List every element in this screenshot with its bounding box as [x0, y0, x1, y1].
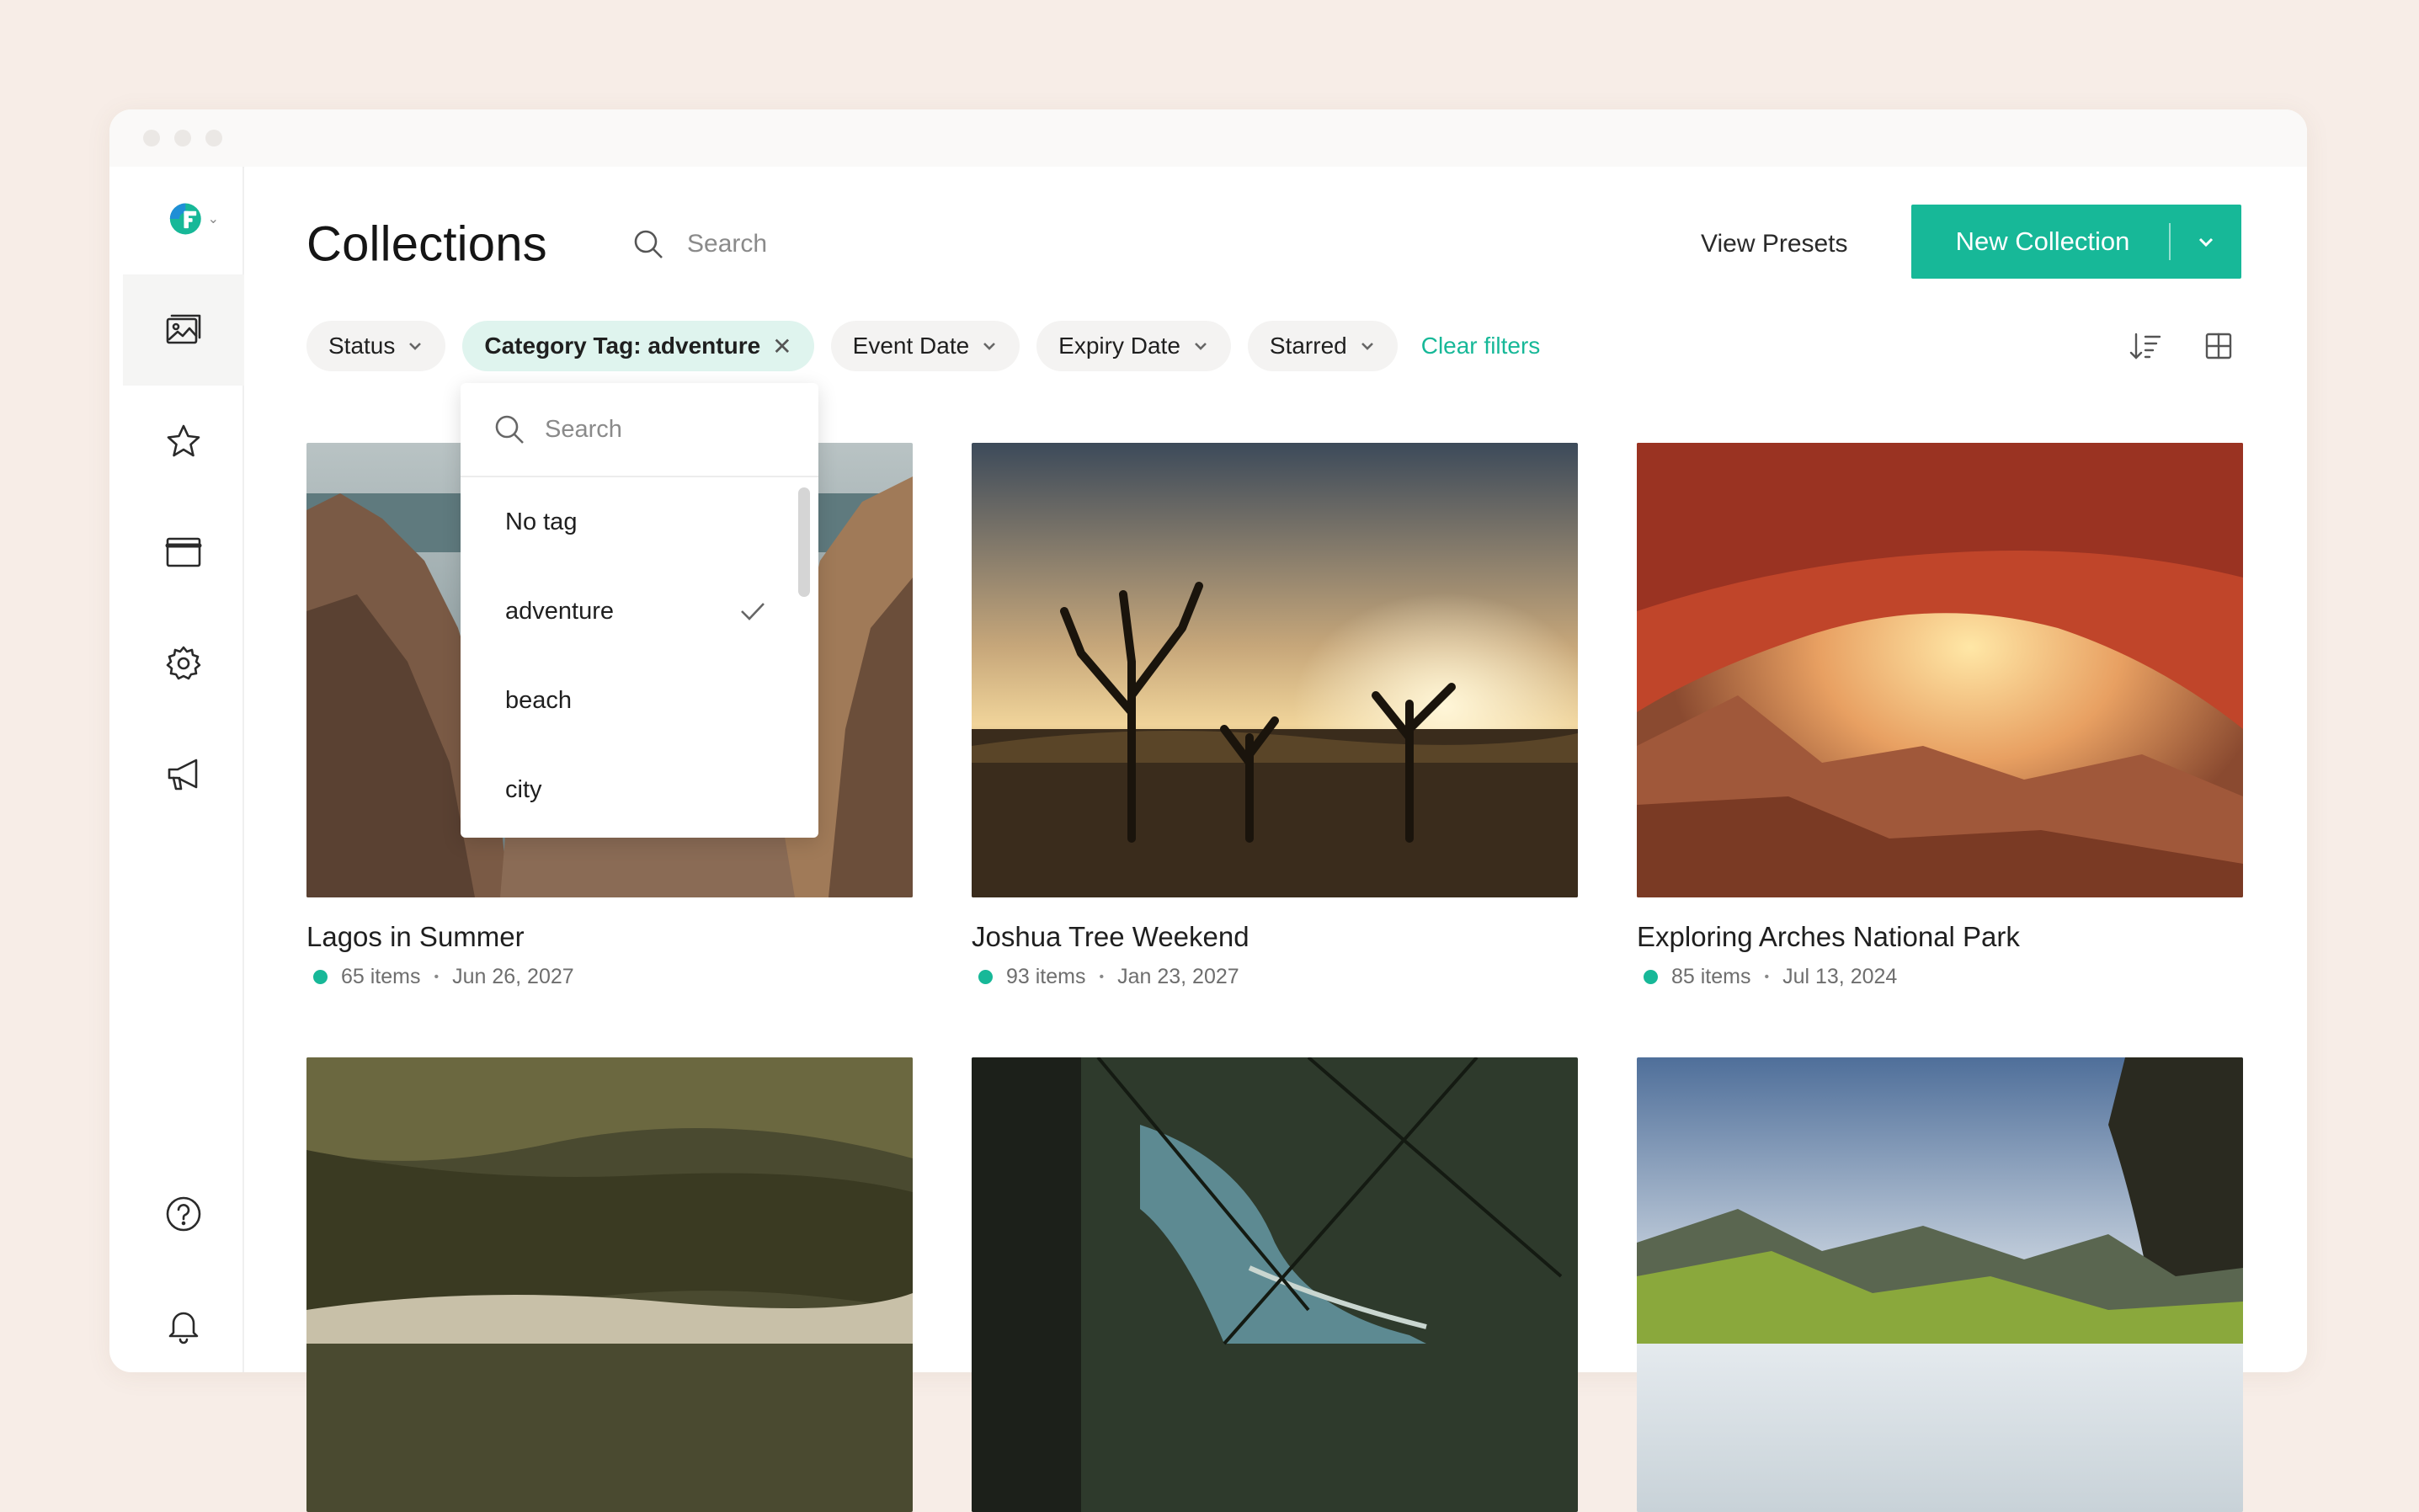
- new-collection-button-group: New Collection: [1911, 205, 2241, 279]
- window-icon: [165, 537, 202, 567]
- star-icon: [167, 424, 200, 457]
- sidebar-item-website[interactable]: [123, 497, 244, 608]
- sidebar-item-notifications[interactable]: [123, 1270, 244, 1372]
- megaphone-icon: [168, 759, 198, 791]
- page-title: Collections: [306, 216, 547, 272]
- sidebar-item-help[interactable]: [123, 1158, 244, 1270]
- sidebar-item-collections[interactable]: [123, 274, 244, 386]
- dropdown-option[interactable]: adventure: [461, 567, 818, 656]
- dropdown-option-label: city: [505, 775, 542, 803]
- collection-date: Jun 26, 2027: [452, 965, 574, 988]
- chevron-down-icon: ⌄: [207, 212, 219, 226]
- collection-title[interactable]: Lagos in Summer: [306, 921, 913, 953]
- sort-button[interactable]: [2126, 327, 2165, 365]
- collection-thumbnail[interactable]: [972, 443, 1578, 897]
- collection-card[interactable]: [306, 1057, 913, 1512]
- dropdown-option[interactable]: city: [461, 745, 818, 834]
- separator-dot: •: [434, 969, 440, 984]
- collection-item-count: 85 items: [1671, 965, 1751, 988]
- sort-icon: [2129, 333, 2161, 359]
- dropdown-option-label: beach: [505, 686, 573, 714]
- dropdown-scrollbar[interactable]: [798, 487, 810, 597]
- checkmark-icon: [741, 603, 765, 620]
- dropdown-option[interactable]: No tag: [461, 477, 818, 567]
- status-dot: [978, 970, 993, 984]
- search-icon: [495, 415, 524, 444]
- bell-icon: [168, 1312, 199, 1344]
- filter-expiry-date[interactable]: Expiry Date: [1036, 321, 1231, 371]
- collection-thumbnail[interactable]: [1637, 1057, 2243, 1512]
- collection-title[interactable]: Exploring Arches National Park: [1637, 921, 2243, 953]
- chevron-down-icon: [1361, 343, 1373, 350]
- collection-meta: 93 items • Jan 23, 2027: [972, 965, 1578, 989]
- new-collection-menu-button[interactable]: [2171, 205, 2241, 279]
- collection-meta: 85 items • Jul 13, 2024: [1637, 965, 2243, 989]
- view-presets-button[interactable]: View Presets: [1701, 221, 1848, 268]
- collection-thumbnail[interactable]: [972, 1057, 1578, 1512]
- collection-thumbnail[interactable]: [306, 1057, 913, 1512]
- collection-date: Jan 23, 2027: [1117, 965, 1239, 988]
- status-dot: [1644, 970, 1658, 984]
- dropdown-search[interactable]: [461, 383, 818, 477]
- sidebar-item-marketing[interactable]: [123, 719, 244, 830]
- filter-starred[interactable]: Starred: [1247, 321, 1398, 371]
- grid-view-icon: [2205, 333, 2232, 359]
- filter-bar: Status Category Tag: adventure ✕ Event D…: [306, 321, 1540, 371]
- collection-date: Jul 13, 2024: [1782, 965, 1898, 988]
- window-close-dot[interactable]: [143, 130, 160, 146]
- collection-card[interactable]: [1637, 1057, 2243, 1512]
- content-layer: Collections View Presets New Collection …: [244, 0, 2307, 1512]
- category-tag-dropdown: No tag adventure beach city: [461, 383, 818, 838]
- collection-card[interactable]: Joshua Tree Weekend 93 items • Jan 23, 2…: [972, 443, 1578, 989]
- workspace-switcher[interactable]: ⌄: [168, 200, 219, 237]
- chevron-down-icon: [1194, 343, 1207, 350]
- collection-item-count: 65 items: [341, 965, 421, 988]
- collection-card[interactable]: Exploring Arches National Park 85 items …: [1637, 443, 2243, 989]
- brand-logo-icon: [169, 203, 201, 235]
- collection-thumbnail[interactable]: [1637, 443, 2243, 897]
- new-collection-button[interactable]: New Collection: [1911, 226, 2169, 257]
- collection-item-count: 93 items: [1006, 965, 1086, 988]
- window-minimize-dot[interactable]: [174, 130, 191, 146]
- image-icon: [166, 314, 201, 344]
- chevron-down-icon: [2198, 237, 2214, 248]
- separator-dot: •: [1099, 969, 1105, 984]
- status-dot: [313, 970, 328, 984]
- help-icon: [166, 1196, 201, 1232]
- clear-filters-link[interactable]: Clear filters: [1415, 333, 1541, 359]
- close-icon[interactable]: ✕: [772, 333, 791, 360]
- separator-dot: •: [1764, 969, 1770, 984]
- filter-category-tag[interactable]: Category Tag: adventure ✕: [462, 321, 814, 371]
- filter-event-date-label: Event Date: [852, 333, 970, 359]
- sidebar-item-settings[interactable]: [123, 608, 244, 719]
- sidebar: ⌄: [116, 167, 244, 1372]
- collections-search[interactable]: [631, 221, 884, 268]
- filter-expiry-date-label: Expiry Date: [1058, 333, 1180, 359]
- filter-status-label: Status: [328, 333, 396, 359]
- chevron-down-icon: [983, 343, 996, 350]
- search-input[interactable]: [687, 230, 872, 258]
- dropdown-option-label: adventure: [505, 597, 614, 625]
- grid-view-button[interactable]: [2199, 327, 2238, 365]
- sidebar-item-starred[interactable]: [123, 386, 244, 497]
- dropdown-option-label: No tag: [505, 508, 578, 535]
- filter-status[interactable]: Status: [306, 321, 446, 371]
- dropdown-option[interactable]: beach: [461, 656, 818, 745]
- chevron-down-icon: [409, 343, 422, 350]
- window-zoom-dot[interactable]: [205, 130, 222, 146]
- search-icon: [634, 230, 663, 258]
- collection-card[interactable]: [972, 1057, 1578, 1512]
- collection-title[interactable]: Joshua Tree Weekend: [972, 921, 1578, 953]
- filter-category-label: Category Tag: adventure: [484, 333, 761, 359]
- collection-meta: 65 items • Jun 26, 2027: [306, 965, 913, 989]
- dropdown-search-input[interactable]: [545, 415, 764, 444]
- filter-starred-label: Starred: [1269, 333, 1347, 359]
- gear-icon: [166, 646, 201, 680]
- filter-event-date[interactable]: Event Date: [830, 321, 1020, 371]
